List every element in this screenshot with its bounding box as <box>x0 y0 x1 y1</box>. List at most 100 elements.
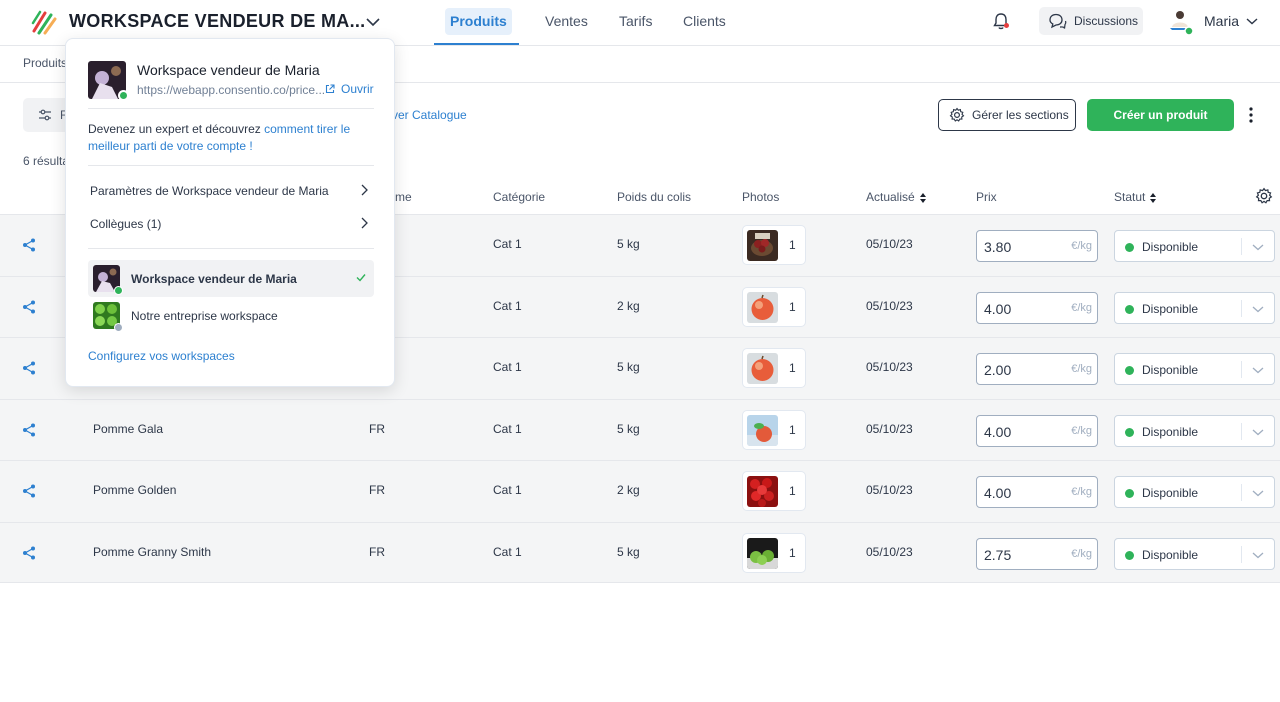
product-name[interactable]: Pomme Golden <box>93 483 176 497</box>
nav-ventes[interactable]: Ventes <box>540 8 593 35</box>
configure-workspaces-link[interactable]: Configurez vos workspaces <box>88 349 235 363</box>
column-header-price[interactable]: Prix <box>976 190 997 204</box>
nav-tarifs[interactable]: Tarifs <box>614 8 657 35</box>
workspace-url: https://webapp.consentio.co/price... <box>137 83 326 97</box>
price-input[interactable]: 3.80 €/kg <box>976 230 1098 262</box>
product-thumbnail[interactable] <box>747 476 778 507</box>
open-workspace-link[interactable]: Ouvrir <box>325 82 374 96</box>
photo-cell[interactable]: 1 <box>742 532 806 573</box>
share-icon[interactable] <box>22 546 36 560</box>
share-icon[interactable] <box>22 423 36 437</box>
price-input[interactable]: 4.00 €/kg <box>976 414 1098 447</box>
status-select[interactable]: Disponible <box>1114 414 1275 447</box>
price-input[interactable]: 4.00 €/kg <box>976 291 1098 324</box>
column-header-category[interactable]: Catégorie <box>493 190 545 204</box>
photo-cell[interactable]: 1 <box>742 286 806 327</box>
photo-cell[interactable]: 1 <box>742 409 806 450</box>
photo-count: 1 <box>789 422 796 437</box>
photo-count: 1 <box>789 238 796 252</box>
chevron-down-icon[interactable] <box>1252 242 1264 252</box>
nav-produits[interactable]: Produits <box>445 8 512 35</box>
column-header-weight[interactable]: Poids du colis <box>617 190 691 204</box>
chevron-down-icon[interactable] <box>1252 427 1264 437</box>
status-label: Disponible <box>1142 486 1199 500</box>
workspace-option-maria[interactable]: Workspace vendeur de Maria <box>88 260 374 297</box>
table-row[interactable]: Pomme Gala FR Cat 1 5 kg 1 05/10/23 4.00… <box>0 398 1280 460</box>
column-header-updated[interactable]: Actualisé <box>866 190 927 204</box>
price-input[interactable]: 4.00 €/kg <box>976 476 1098 508</box>
manage-sections-button[interactable]: Gérer les sections <box>938 99 1076 131</box>
price-input[interactable]: 2.00 €/kg <box>976 353 1098 385</box>
sort-icon[interactable] <box>919 192 927 204</box>
product-thumbnail[interactable] <box>747 353 778 384</box>
share-icon[interactable] <box>22 300 36 314</box>
status-dot <box>1125 550 1134 560</box>
divider <box>1241 484 1242 501</box>
status-select[interactable]: Disponible <box>1114 230 1275 262</box>
chevron-down-icon[interactable] <box>1252 365 1264 375</box>
photo-cell[interactable]: 1 <box>742 225 806 265</box>
price-input[interactable]: 2.75 €/kg <box>976 537 1098 570</box>
status-select[interactable]: Disponible <box>1114 476 1275 508</box>
catalog-link[interactable]: ver Catalogue <box>392 108 467 122</box>
product-thumbnail[interactable] <box>747 414 778 446</box>
colleagues-item[interactable]: Collègues (1) <box>90 217 161 231</box>
column-header-photos[interactable]: Photos <box>742 190 779 204</box>
product-name[interactable]: Pomme Granny Smith <box>93 545 211 559</box>
chevron-down-icon[interactable] <box>1252 488 1264 498</box>
share-icon[interactable] <box>22 361 36 375</box>
product-thumbnail[interactable] <box>747 291 778 323</box>
updated-date: 05/10/23 <box>866 360 913 374</box>
online-status-dot <box>114 286 123 295</box>
breadcrumb[interactable]: Produits <box>23 56 67 70</box>
offline-status-dot <box>114 323 123 332</box>
workspace-settings-item[interactable]: Paramètres de Workspace vendeur de Maria <box>90 184 329 198</box>
price-value: 2.00 <box>984 362 1012 378</box>
more-options-icon[interactable] <box>1244 106 1258 124</box>
status-select[interactable]: Disponible <box>1114 353 1275 385</box>
discussions-button[interactable]: Discussions <box>1039 7 1143 35</box>
photo-cell[interactable]: 1 <box>742 471 806 511</box>
product-thumbnail[interactable] <box>747 230 778 261</box>
notification-bell-icon[interactable] <box>991 11 1011 31</box>
price-unit: €/kg <box>1071 363 1092 375</box>
chevron-down-icon[interactable] <box>1252 550 1264 560</box>
check-icon <box>356 274 366 282</box>
consentio-logo-icon[interactable] <box>31 9 57 35</box>
online-status-dot <box>118 90 129 101</box>
product-thumbnail[interactable] <box>747 537 778 569</box>
photo-cell[interactable]: 1 <box>742 348 806 388</box>
chevron-right-icon[interactable] <box>360 184 368 196</box>
sort-icon[interactable] <box>1149 192 1157 204</box>
chevron-down-icon[interactable] <box>1252 304 1264 314</box>
table-row[interactable]: Pomme Granny Smith FR Cat 1 5 kg 1 05/10… <box>0 521 1280 583</box>
workspace-title[interactable]: WORKSPACE VENDEUR DE MA... <box>69 11 366 32</box>
chevron-down-icon[interactable] <box>1246 16 1258 26</box>
user-avatar[interactable] <box>1168 7 1194 35</box>
chevron-right-icon[interactable] <box>360 217 368 229</box>
product-name[interactable]: Pomme Gala <box>93 422 163 436</box>
status-select[interactable]: Disponible <box>1114 537 1275 570</box>
chevron-down-icon[interactable] <box>365 15 381 29</box>
tip-prefix: Devenez un expert et découvrez <box>88 122 265 136</box>
chat-bubbles-icon <box>1049 13 1067 29</box>
results-count: 6 résulta <box>23 154 70 168</box>
column-header-name[interactable]: me <box>395 190 412 204</box>
status-select[interactable]: Disponible <box>1114 291 1275 324</box>
column-header-status[interactable]: Statut <box>1114 190 1157 204</box>
workspace-option-entreprise[interactable]: Notre entreprise workspace <box>88 297 374 334</box>
photo-count: 1 <box>789 545 796 560</box>
workspace-option-label: Notre entreprise workspace <box>131 309 278 323</box>
user-name[interactable]: Maria <box>1204 13 1239 29</box>
product-origin: FR <box>369 544 385 559</box>
table-settings-gear-icon[interactable] <box>1255 187 1273 205</box>
updated-date: 05/10/23 <box>866 483 913 497</box>
share-icon[interactable] <box>22 238 36 252</box>
divider <box>1241 361 1242 378</box>
price-value: 4.00 <box>984 423 1012 440</box>
table-row[interactable]: Pomme Golden FR Cat 1 2 kg 1 05/10/23 4.… <box>0 460 1280 522</box>
create-product-button[interactable]: Créer un produit <box>1087 99 1234 131</box>
share-icon[interactable] <box>22 484 36 498</box>
nav-clients[interactable]: Clients <box>678 8 731 35</box>
price-unit: €/kg <box>1071 301 1092 314</box>
